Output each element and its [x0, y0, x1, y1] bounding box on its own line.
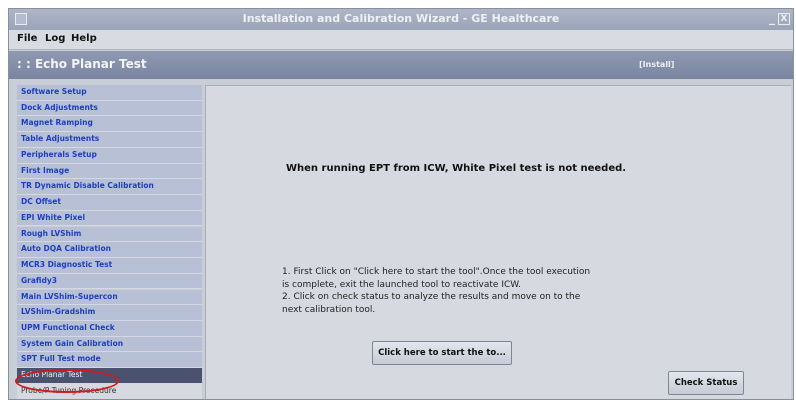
menu-log[interactable]: Log [45, 33, 65, 44]
window-title: Installation and Calibration Wizard - GE… [242, 12, 560, 25]
instructions: 1. First Click on "Click here to start t… [282, 266, 682, 316]
wizard-window: Installation and Calibration Wizard - GE… [8, 8, 794, 400]
main-content: When running EPT from ICW, White Pixel t… [205, 85, 791, 399]
install-tag: [Install] [639, 60, 675, 69]
sidebar-item[interactable]: First Image [17, 163, 202, 180]
menu-file[interactable]: File [17, 33, 37, 44]
sidebar-item[interactable]: Auto DQA Calibration [17, 242, 202, 258]
highlight-ring-annotation [15, 369, 119, 393]
calibration-steps-sidebar: Software Setup Dock Adjustments Magnet Ram… [17, 85, 202, 399]
sidebar-item[interactable]: Table Adjustments [17, 132, 202, 148]
sidebar-item[interactable]: Peripherals Setup [17, 147, 202, 164]
sidebar-item[interactable]: System Gain Calibration [17, 336, 202, 353]
instruction-step-2: 2. Click on check status to analyze the … [282, 292, 581, 315]
sidebar-item[interactable]: SPT Full Test mode [17, 352, 202, 369]
minimize-button[interactable]: _ [769, 11, 775, 25]
sidebar-item[interactable]: MCR3 Diagnostic Test [17, 258, 202, 274]
sidebar-item[interactable]: Magnet Ramping [17, 116, 202, 133]
sidebar-item[interactable]: Grafidy3 [17, 273, 202, 290]
check-status-button[interactable]: Check Status [668, 371, 744, 395]
title-bar: Installation and Calibration Wizard - GE… [9, 9, 793, 30]
sidebar-item[interactable]: Dock Adjustments [17, 100, 202, 117]
section-title: : : Echo Planar Test [17, 57, 147, 71]
section-header: : : Echo Planar Test [Install] [9, 51, 793, 79]
sidebar-item[interactable]: Rough LVShim [17, 226, 202, 243]
instruction-step-1: 1. First Click on "Click here to start t… [282, 267, 591, 290]
sidebar-item[interactable]: DC Offset [17, 195, 202, 211]
sidebar-item[interactable]: TR Dynamic Disable Calibration [17, 179, 202, 195]
notice-text: When running EPT from ICW, White Pixel t… [286, 163, 627, 174]
close-button[interactable]: X [778, 13, 790, 25]
menu-bar: File Log Help [9, 30, 793, 50]
sidebar-item[interactable]: Main LVShim-Supercon [17, 289, 202, 306]
start-tool-button[interactable]: Click here to start the to... [372, 341, 512, 365]
sidebar-item[interactable]: LVShim-Gradshim [17, 305, 202, 321]
sidebar-item[interactable]: EPI White Pixel [17, 210, 202, 227]
sidebar-item[interactable]: Software Setup [17, 85, 202, 101]
sidebar-item[interactable]: UPM Functional Check [17, 321, 202, 337]
menu-help[interactable]: Help [71, 33, 97, 44]
